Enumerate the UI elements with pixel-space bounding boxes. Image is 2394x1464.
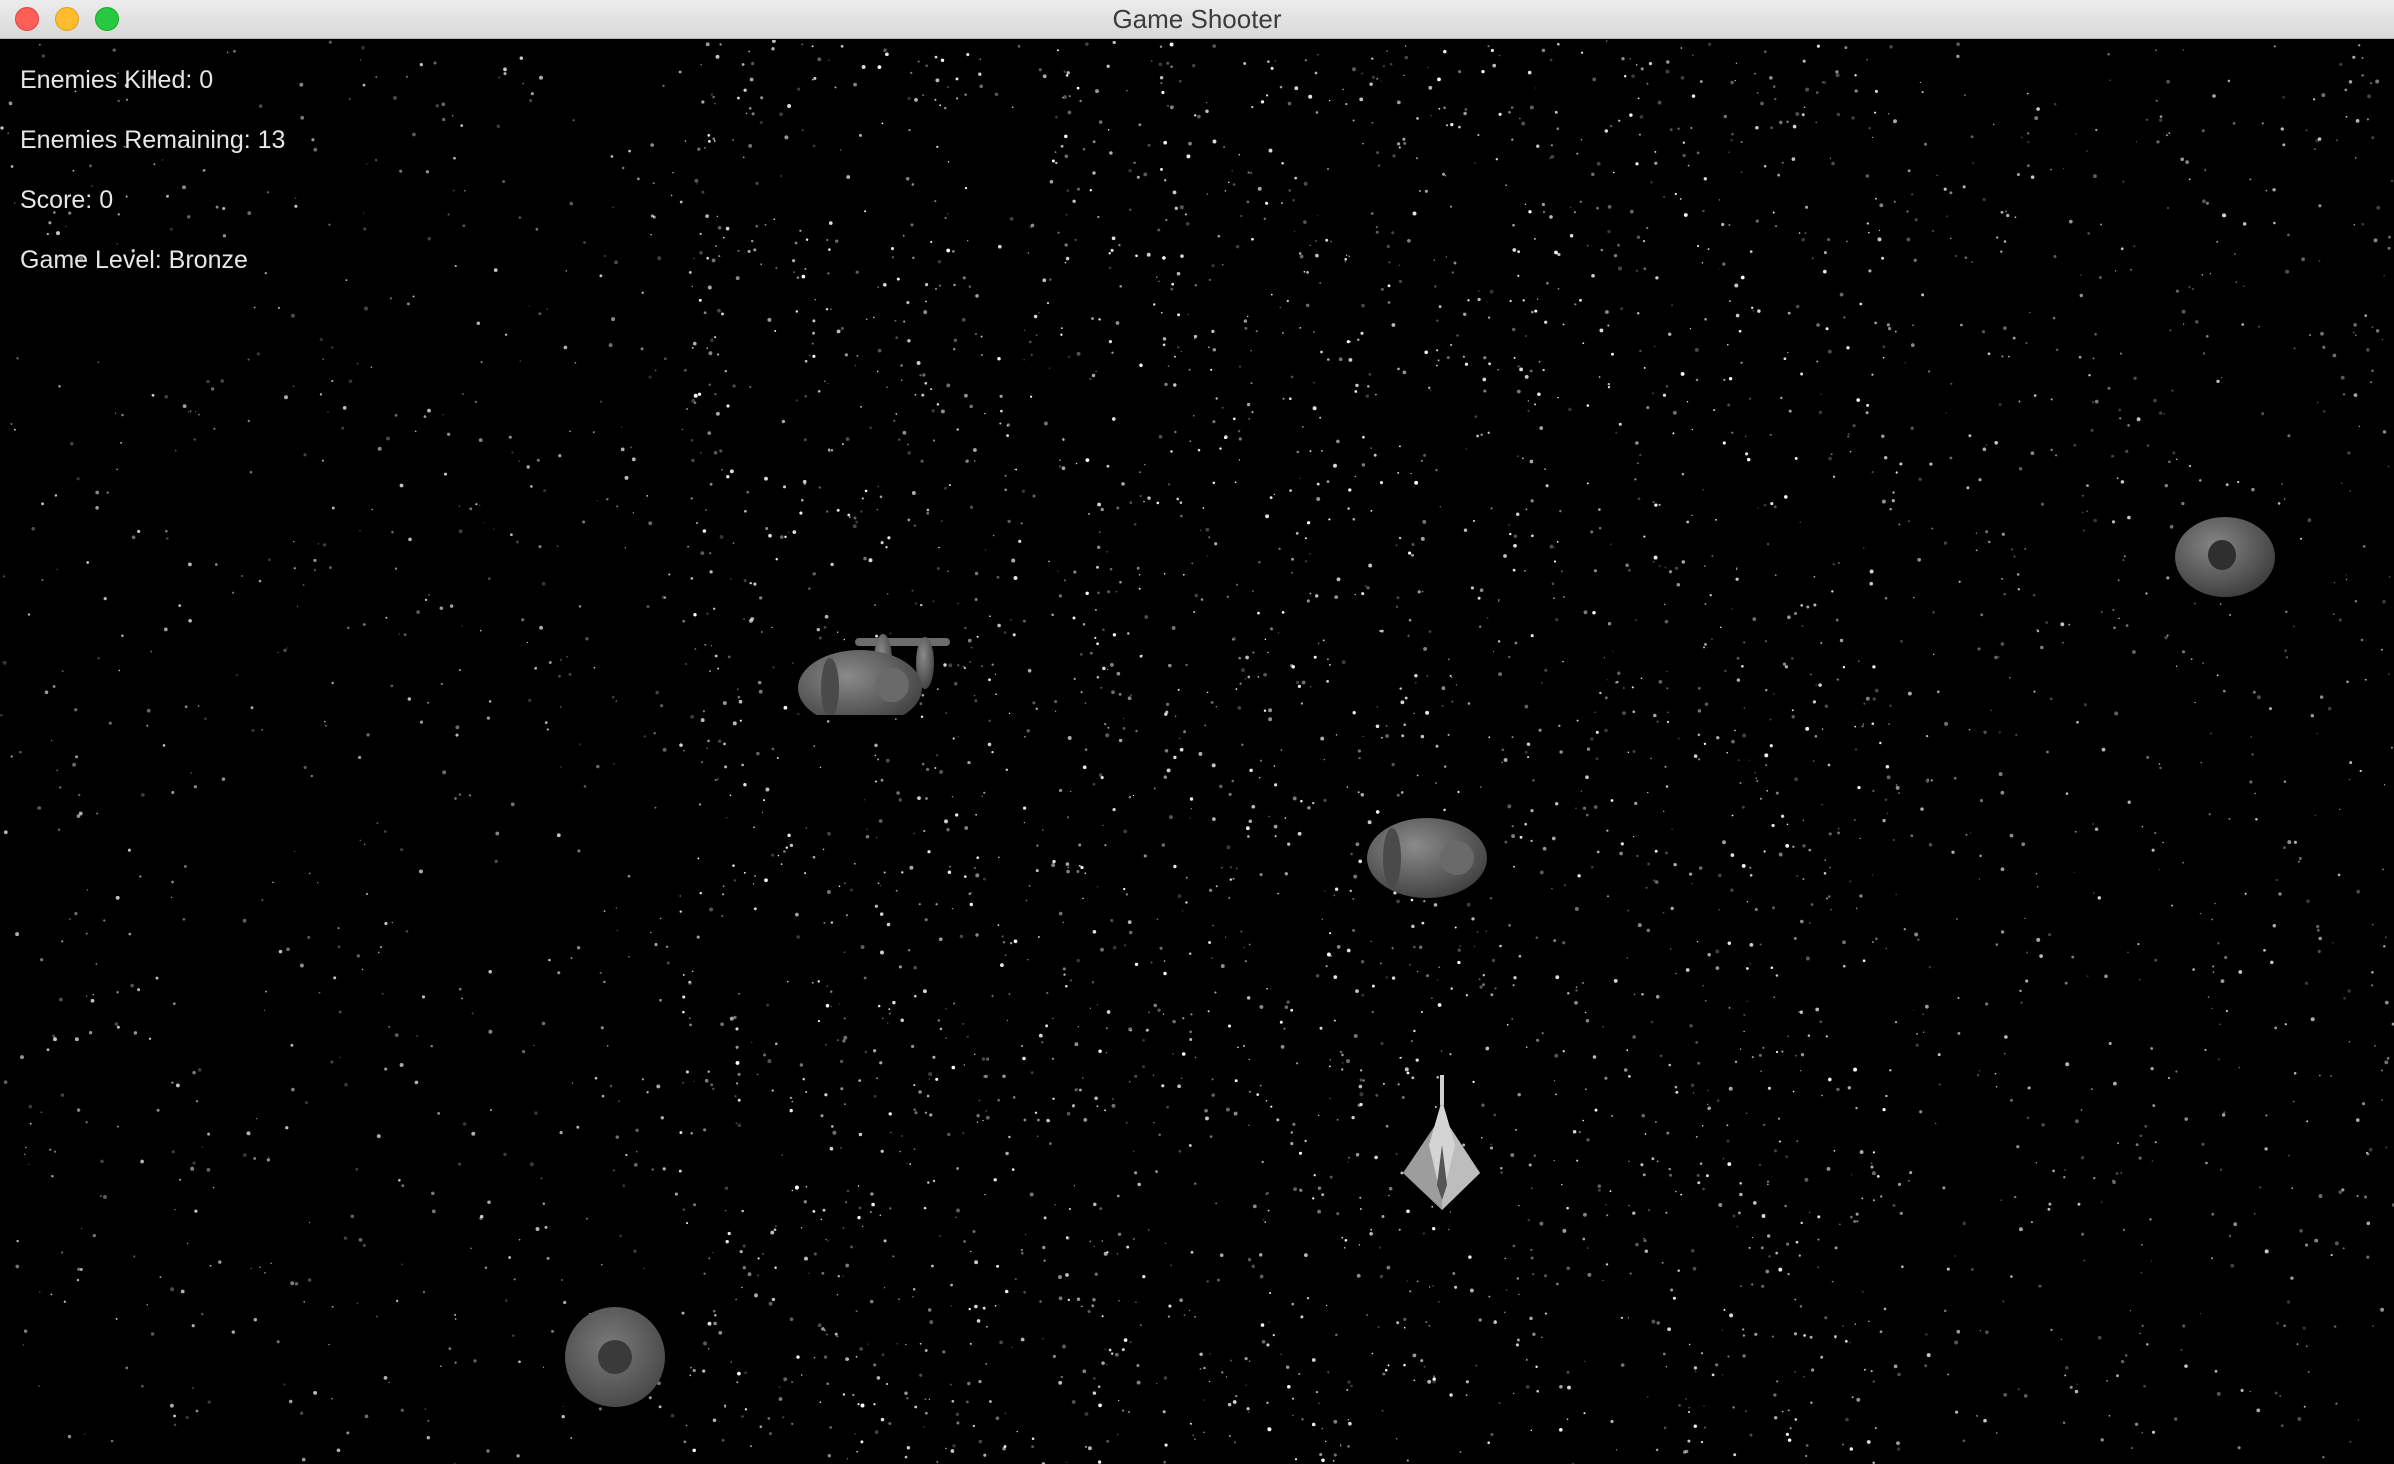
title-bar[interactable]: Game Shooter	[0, 0, 2394, 39]
game-canvas[interactable]: Enemies Killed: 0 Enemies Remaining: 13 …	[0, 40, 2394, 1464]
enemy-pod-sprite	[1367, 818, 1487, 898]
window-title: Game Shooter	[1112, 4, 1282, 34]
enemy-disc-sprite	[565, 1307, 665, 1407]
starfield-background	[0, 40, 2394, 1464]
score-text: Score: 0	[20, 186, 114, 214]
hud-panel: Enemies Killed: 0 Enemies Remaining: 13 …	[20, 64, 285, 304]
enemies-remaining-text: Enemies Remaining: 13	[20, 126, 286, 154]
game-window: Game Shooter Enemies Killed: 0 Enemies R…	[0, 0, 2394, 1464]
enemy-pod-right-sprite	[2175, 517, 2275, 597]
player-ship-sprite[interactable]	[1395, 1075, 1490, 1210]
enemies-killed-text: Enemies Killed: 0	[20, 66, 214, 94]
game-level-text: Game Level: Bronze	[20, 246, 248, 274]
enemy-plane-sprite	[798, 634, 950, 715]
